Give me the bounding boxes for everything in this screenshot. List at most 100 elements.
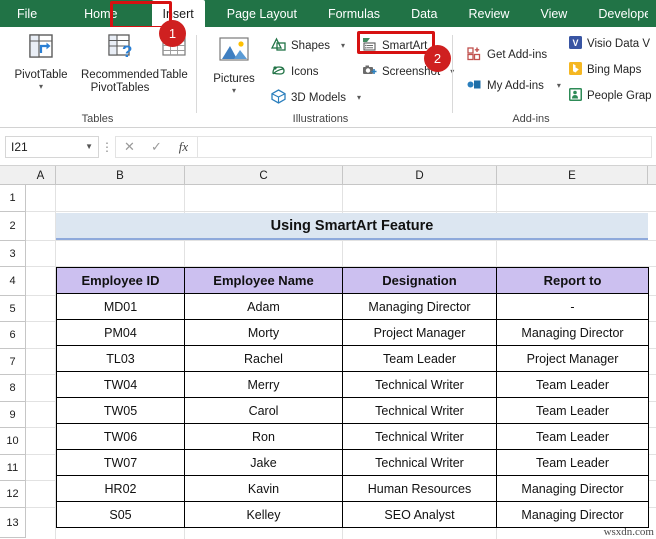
cell-report-to[interactable]: Team Leader [496, 371, 649, 398]
table-header-report-to[interactable]: Report to [496, 267, 649, 294]
chevron-down-icon[interactable]: ▾ [39, 83, 43, 91]
row-header-6[interactable]: 6 [0, 322, 26, 349]
column-header-e[interactable]: E [497, 166, 648, 185]
cell-employee-id[interactable]: MD01 [56, 293, 185, 320]
cell-report-to[interactable]: Managing Director [496, 319, 649, 346]
cell-employee-name[interactable]: Kavin [184, 475, 343, 502]
cell-employee-id[interactable]: TW07 [56, 449, 185, 476]
row-header-9[interactable]: 9 [0, 402, 26, 428]
cell-employee-name[interactable]: Rachel [184, 345, 343, 372]
pictures-button[interactable]: Pictures ▾ [202, 35, 266, 95]
table-row: TW07 Jake Technical Writer Team Leader [56, 449, 649, 476]
row-header-5[interactable]: 5 [0, 296, 26, 322]
ribbon-group-label-tables: Tables [81, 113, 114, 125]
cell-employee-id[interactable]: HR02 [56, 475, 185, 502]
excel-window: File Home Insert Page Layout Formulas Da… [0, 0, 656, 539]
tab-page-layout[interactable]: Page Layout [216, 1, 308, 27]
3d-models-button[interactable]: 3D Models ▾ [270, 88, 361, 108]
column-headers: A B C D E [0, 166, 656, 185]
icons-button[interactable]: Icons [270, 62, 319, 82]
chevron-down-icon[interactable]: ▾ [232, 87, 236, 95]
shapes-button[interactable]: Shapes ▾ [270, 36, 345, 56]
cell-employee-id[interactable]: TW06 [56, 423, 185, 450]
tab-view[interactable]: View [529, 1, 578, 27]
cell-employee-name[interactable]: Morty [184, 319, 343, 346]
recommended-pivottables-label-2: PivotTables [90, 82, 150, 94]
tab-formulas[interactable]: Formulas [317, 1, 391, 27]
cell-designation[interactable]: Technical Writer [342, 423, 497, 450]
cell-employee-name[interactable]: Merry [184, 371, 343, 398]
cell-designation[interactable]: Technical Writer [342, 371, 497, 398]
column-header-d[interactable]: D [343, 166, 497, 185]
table-header-designation[interactable]: Designation [342, 267, 497, 294]
smartart-button[interactable]: SmartArt [361, 36, 427, 56]
column-header-a[interactable]: A [26, 166, 56, 185]
table-header-row: Employee ID Employee Name Designation Re… [56, 267, 649, 294]
cell-employee-id[interactable]: TW04 [56, 371, 185, 398]
tab-developer[interactable]: Developer [587, 1, 656, 27]
tab-data[interactable]: Data [400, 1, 448, 27]
ribbon-group-label-addins: Add-ins [512, 113, 550, 125]
gridline-h-1 [26, 211, 656, 212]
cell-employee-name[interactable]: Ron [184, 423, 343, 450]
table-header-employee-id[interactable]: Employee ID [56, 267, 185, 294]
row-header-2[interactable]: 2 [0, 212, 26, 241]
cell-employee-name[interactable]: Carol [184, 397, 343, 424]
cell-report-to[interactable]: - [496, 293, 649, 320]
cell-employee-name[interactable]: Kelley [184, 501, 343, 528]
name-box[interactable]: I21 ▼ [5, 135, 99, 158]
cell-designation[interactable]: Technical Writer [342, 397, 497, 424]
formula-bar-grip: ⋮ [101, 139, 113, 154]
row-header-10[interactable]: 10 [0, 428, 26, 455]
row-header-11[interactable]: 11 [0, 455, 26, 481]
tab-file[interactable]: File [6, 1, 48, 27]
bing-maps-button[interactable]: Bing Maps [568, 60, 641, 80]
cell-report-to[interactable]: Project Manager [496, 345, 649, 372]
row-header-1[interactable]: 1 [0, 185, 26, 212]
cell-designation[interactable]: SEO Analyst [342, 501, 497, 528]
sheet-title-cell[interactable]: Using SmartArt Feature [56, 213, 648, 240]
tab-home[interactable]: Home [73, 1, 128, 27]
smartart-label: SmartArt [382, 40, 428, 52]
visio-data-visualizer-button[interactable]: V Visio Data V [568, 34, 650, 54]
cell-designation[interactable]: Managing Director [342, 293, 497, 320]
insert-function-icon[interactable]: fx [170, 139, 197, 155]
row-header-7[interactable]: 7 [0, 349, 26, 375]
cell-employee-id[interactable]: S05 [56, 501, 185, 528]
confirm-entry-icon[interactable]: ✓ [143, 139, 170, 155]
chevron-down-icon[interactable]: ▾ [341, 42, 345, 50]
column-header-c[interactable]: C [185, 166, 343, 185]
pivottable-button[interactable]: PivotTable ▾ [4, 31, 78, 91]
cell-designation[interactable]: Team Leader [342, 345, 497, 372]
chevron-down-icon[interactable]: ▾ [357, 94, 361, 102]
cell-report-to[interactable]: Team Leader [496, 397, 649, 424]
people-graph-button[interactable]: People Grap [568, 86, 652, 106]
sheet-canvas[interactable]: Using SmartArt Feature Employee ID Emplo… [26, 185, 656, 539]
my-addins-button[interactable]: My Add-ins ▾ [466, 76, 561, 96]
column-header-b[interactable]: B [56, 166, 185, 185]
cell-designation[interactable]: Technical Writer [342, 449, 497, 476]
row-header-4[interactable]: 4 [0, 267, 26, 296]
cell-employee-id[interactable]: PM04 [56, 319, 185, 346]
cell-employee-id[interactable]: TL03 [56, 345, 185, 372]
cell-report-to[interactable]: Team Leader [496, 423, 649, 450]
row-header-12[interactable]: 12 [0, 481, 26, 508]
cell-report-to[interactable]: Managing Director [496, 475, 649, 502]
cell-employee-id[interactable]: TW05 [56, 397, 185, 424]
row-header-3[interactable]: 3 [0, 241, 26, 267]
row-header-13[interactable]: 13 [0, 508, 26, 538]
row-header-8[interactable]: 8 [0, 375, 26, 402]
table-header-employee-name[interactable]: Employee Name [184, 267, 343, 294]
cell-report-to[interactable]: Managing Director [496, 501, 649, 528]
cell-designation[interactable]: Human Resources [342, 475, 497, 502]
get-addins-button[interactable]: Get Add-ins [466, 45, 547, 65]
tab-review[interactable]: Review [457, 1, 520, 27]
cell-employee-name[interactable]: Jake [184, 449, 343, 476]
cancel-entry-icon[interactable]: ✕ [116, 139, 143, 155]
cell-employee-name[interactable]: Adam [184, 293, 343, 320]
chevron-down-icon[interactable]: ▼ [85, 142, 93, 151]
formula-input[interactable] [197, 135, 652, 158]
cell-designation[interactable]: Project Manager [342, 319, 497, 346]
cell-report-to[interactable]: Team Leader [496, 449, 649, 476]
chevron-down-icon[interactable]: ▾ [557, 82, 561, 90]
